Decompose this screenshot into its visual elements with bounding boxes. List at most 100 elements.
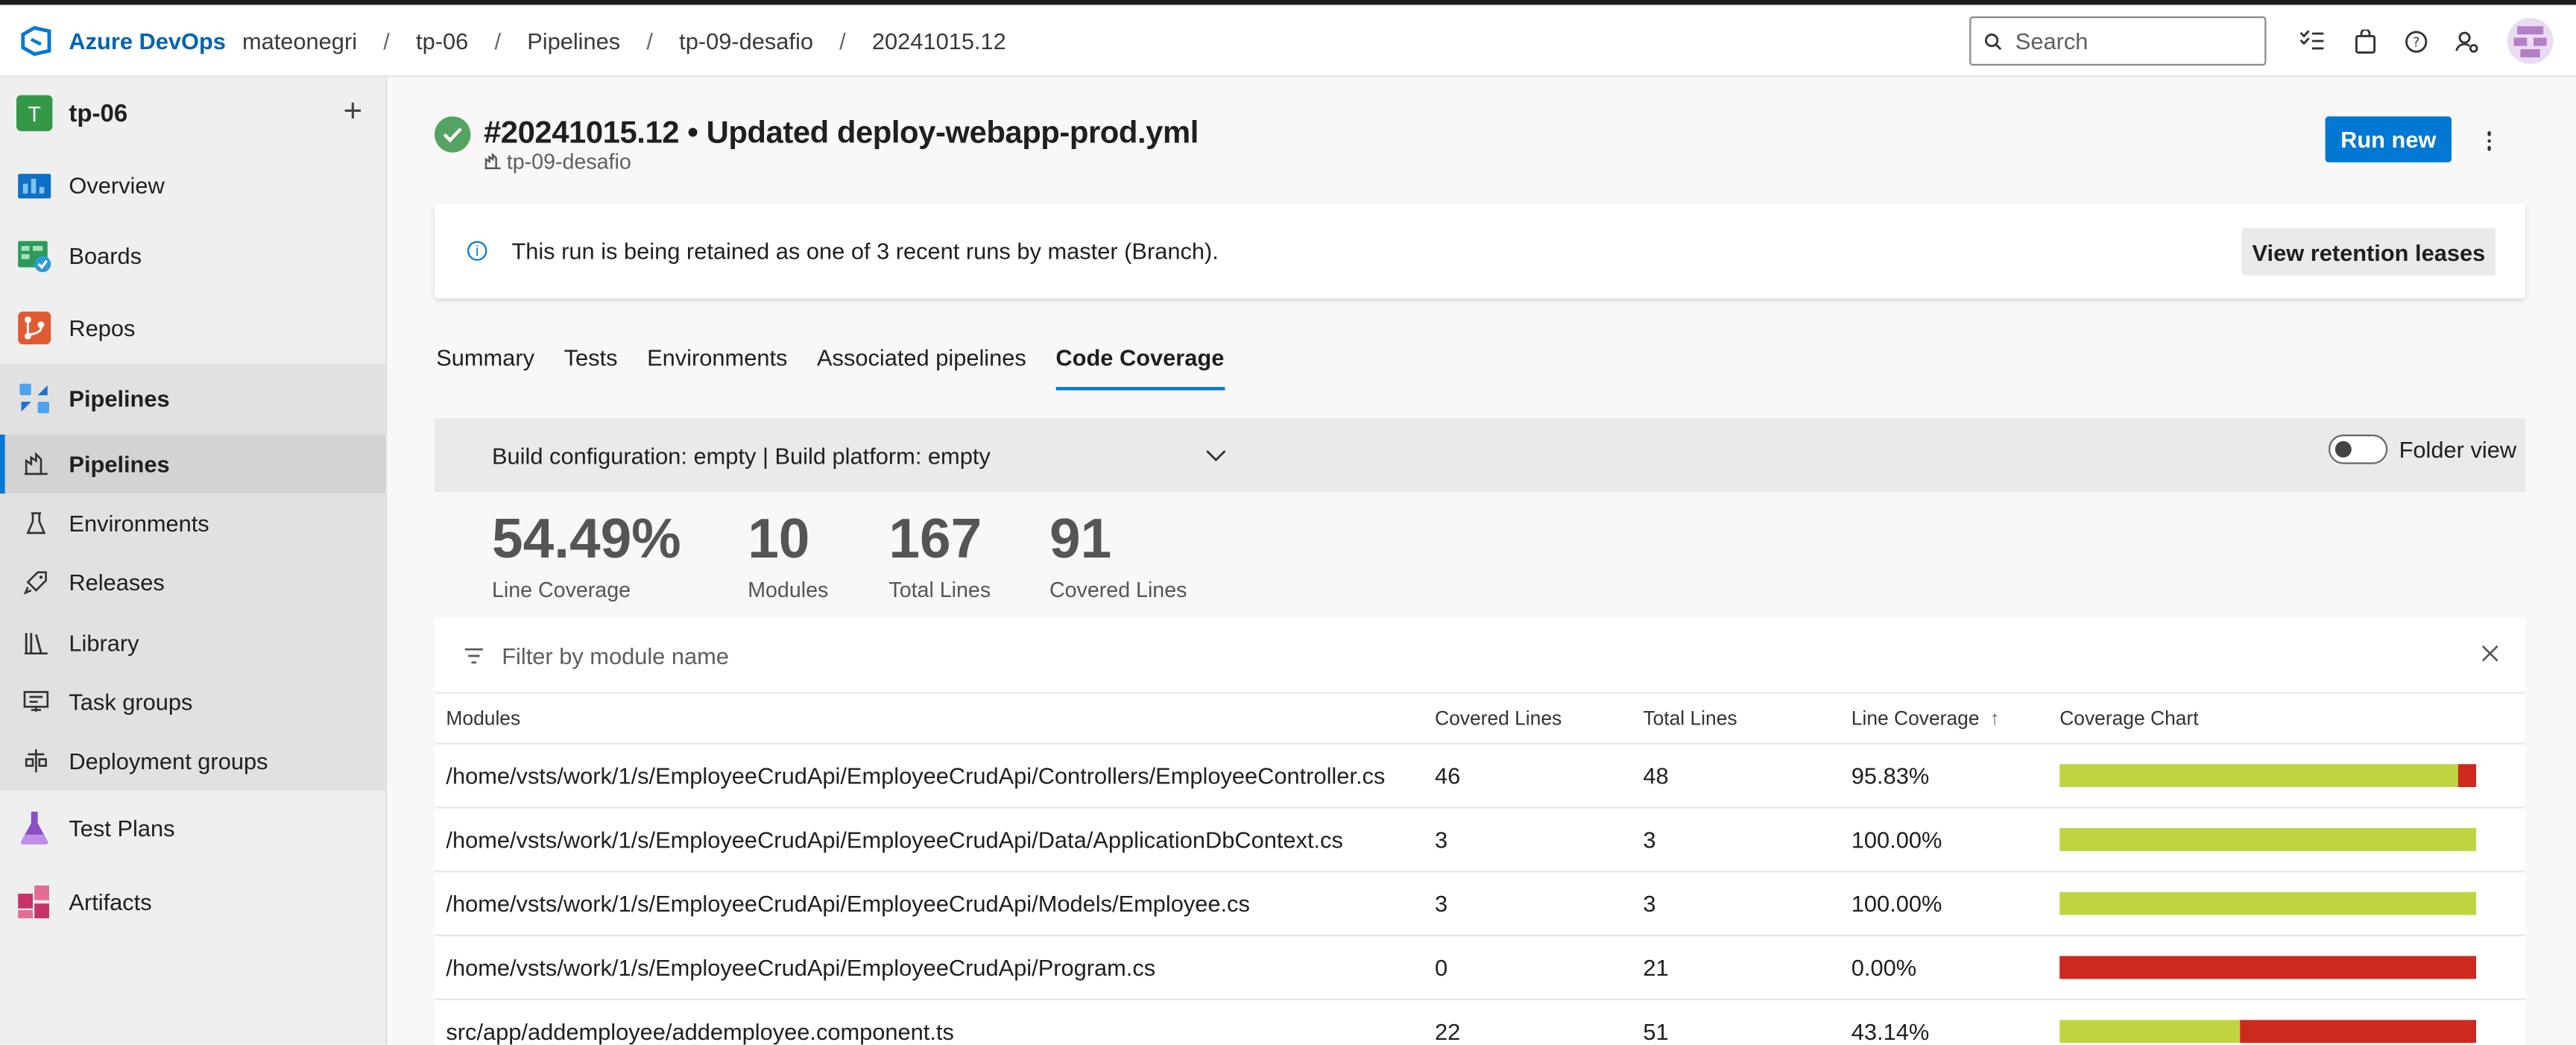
sidebar-item-label: Environments: [69, 510, 209, 537]
tab-summary[interactable]: Summary: [436, 344, 534, 391]
module-path: /home/vsts/work/1/s/EmployeeCrudApi/Empl…: [446, 826, 1343, 853]
sidebar-item-label: Pipelines: [69, 385, 170, 412]
column-header-coverage-chart[interactable]: Coverage Chart: [2059, 707, 2198, 730]
build-config-select[interactable]: Build configuration: empty | Build platf…: [492, 442, 991, 468]
sidebar-subitem-releases[interactable]: Releases: [0, 553, 385, 613]
coverage-bar-uncovered: [2059, 956, 2476, 979]
sidebar-subitem-pipelines[interactable]: Pipelines: [0, 435, 385, 495]
build-config-bar: Build configuration: empty | Build platf…: [435, 418, 2525, 492]
run-pipeline-link[interactable]: tp-09-desafio: [484, 149, 631, 174]
brand-link[interactable]: Azure DevOps: [69, 27, 226, 53]
stat-line-coverage: 54.49% Line Coverage: [492, 507, 681, 602]
sidebar-subitem-environments[interactable]: Environments: [0, 494, 385, 554]
filter-icon: [464, 647, 484, 663]
sidebar-item-overview[interactable]: Overview: [0, 149, 385, 221]
covered-lines: 3: [1435, 890, 1448, 917]
stat-caption: Line Coverage: [492, 577, 631, 602]
line-coverage: 95.83%: [1851, 763, 1930, 789]
info-icon: i: [467, 241, 487, 261]
user-settings-icon[interactable]: [2452, 26, 2481, 56]
line-coverage: 43.14%: [1851, 1018, 1930, 1045]
repos-icon: [16, 309, 52, 345]
breadcrumb-separator: /: [646, 27, 653, 54]
help-icon[interactable]: ?: [2401, 26, 2431, 56]
sidebar-item-label: Pipelines: [69, 451, 170, 478]
close-icon[interactable]: [2481, 645, 2499, 663]
table-row[interactable]: /home/vsts/work/1/s/EmployeeCrudApi/Empl…: [435, 936, 2525, 1000]
stat-value: 91: [1049, 508, 1112, 571]
view-retention-leases-button[interactable]: View retention leases: [2241, 227, 2496, 276]
tab-associated-pipelines[interactable]: Associated pipelines: [817, 344, 1026, 391]
deployment-groups-icon: [23, 748, 49, 774]
table-row[interactable]: /home/vsts/work/1/s/EmployeeCrudApi/Empl…: [435, 745, 2525, 809]
column-header-modules[interactable]: Modules: [446, 707, 520, 730]
sidebar-item-artifacts[interactable]: Artifacts: [0, 866, 385, 938]
project-header[interactable]: T tp-06 +: [0, 77, 385, 149]
stat-value: 54.49%: [492, 508, 681, 571]
tab-environments[interactable]: Environments: [647, 344, 787, 391]
stat-covered-lines: 91 Covered Lines: [1049, 507, 1187, 602]
coverage-bar-uncovered: [2458, 764, 2476, 787]
filter-placeholder: Filter by module name: [502, 642, 729, 669]
run-pipeline-name: tp-09-desafio: [506, 149, 631, 174]
tab-code-coverage[interactable]: Code Coverage: [1055, 344, 1224, 391]
sidebar-item-label: Releases: [69, 569, 165, 596]
coverage-bar-uncovered: [2239, 1020, 2476, 1044]
artifacts-icon: [16, 884, 52, 920]
table-row[interactable]: src/app/addemployee/addemployee.componen…: [435, 1000, 2525, 1044]
azure-devops-logo-icon[interactable]: [19, 24, 52, 57]
folder-view-toggle[interactable]: [2329, 435, 2388, 464]
total-lines: 48: [1643, 763, 1669, 789]
sidebar-item-label: Test Plans: [69, 815, 175, 842]
run-header: #20241015.12 • Updated deploy-webapp-pro…: [435, 116, 1199, 153]
sidebar-subitem-library[interactable]: Library: [0, 613, 385, 672]
column-header-label: Line Coverage: [1851, 707, 1980, 730]
breadcrumb-separator: /: [839, 27, 846, 54]
task-list-icon[interactable]: [2297, 26, 2327, 56]
covered-lines: 22: [1435, 1018, 1461, 1045]
sidebar-item-label: Artifacts: [69, 888, 152, 915]
sidebar-item-repos[interactable]: Repos: [0, 292, 385, 364]
sidebar-item-boards[interactable]: Boards: [0, 221, 385, 292]
column-header-covered-lines[interactable]: Covered Lines: [1435, 707, 1562, 730]
run-title: #20241015.12 • Updated deploy-webapp-pro…: [484, 116, 1199, 151]
more-actions-icon[interactable]: [2481, 126, 2498, 156]
top-bar: Azure DevOps mateonegri / tp-06 / Pipeli…: [0, 4, 2576, 78]
add-icon[interactable]: +: [343, 93, 362, 131]
coverage-bar: [2059, 956, 2476, 979]
column-header-line-coverage[interactable]: Line Coverage ↑: [1852, 707, 2000, 730]
coverage-bar: [2059, 828, 2476, 851]
success-check-icon: [435, 116, 471, 153]
breadcrumb-run[interactable]: 20241015.12: [872, 27, 1006, 53]
search-input[interactable]: Search: [1969, 16, 2267, 66]
folder-view-label: Folder view: [2399, 436, 2517, 463]
covered-lines: 46: [1435, 763, 1461, 789]
module-filter-input[interactable]: Filter by module name: [435, 618, 2525, 694]
retention-message: This run is being retained as one of 3 r…: [511, 238, 1219, 265]
breadcrumb-separator: /: [383, 27, 390, 54]
avatar[interactable]: [2507, 18, 2554, 64]
total-lines: 51: [1643, 1018, 1669, 1045]
chevron-down-icon[interactable]: [1205, 449, 1227, 462]
stat-total-lines: 167 Total Lines: [888, 507, 991, 602]
marketplace-bag-icon[interactable]: [2350, 26, 2380, 56]
breadcrumb-pipelines[interactable]: Pipelines: [527, 27, 620, 53]
sidebar: T tp-06 + Overview Boards Repos Pipeline…: [0, 77, 388, 1045]
sort-ascending-icon: ↑: [1989, 707, 2000, 730]
table-row[interactable]: /home/vsts/work/1/s/EmployeeCrudApi/Empl…: [435, 809, 2525, 873]
coverage-table: Modules Covered Lines Total Lines Line C…: [435, 693, 2525, 1045]
overview-icon: [16, 167, 52, 203]
sidebar-item-test-plans[interactable]: Test Plans: [0, 791, 385, 866]
breadcrumb-project[interactable]: tp-06: [416, 27, 468, 53]
tab-tests[interactable]: Tests: [564, 344, 618, 391]
breadcrumb-pipeline[interactable]: tp-09-desafio: [679, 27, 813, 53]
sidebar-item-pipelines[interactable]: Pipelines: [0, 363, 385, 435]
breadcrumb-org[interactable]: mateonegri: [242, 27, 357, 53]
run-new-button[interactable]: Run new: [2325, 116, 2452, 162]
sidebar-subitem-task-groups[interactable]: Task groups: [0, 672, 385, 731]
column-header-total-lines[interactable]: Total Lines: [1643, 707, 1737, 730]
table-row[interactable]: /home/vsts/work/1/s/EmployeeCrudApi/Empl…: [435, 872, 2525, 937]
coverage-bar-covered: [2059, 764, 2459, 787]
sidebar-subitem-deployment-groups[interactable]: Deployment groups: [0, 731, 385, 791]
stat-caption: Total Lines: [888, 577, 991, 602]
